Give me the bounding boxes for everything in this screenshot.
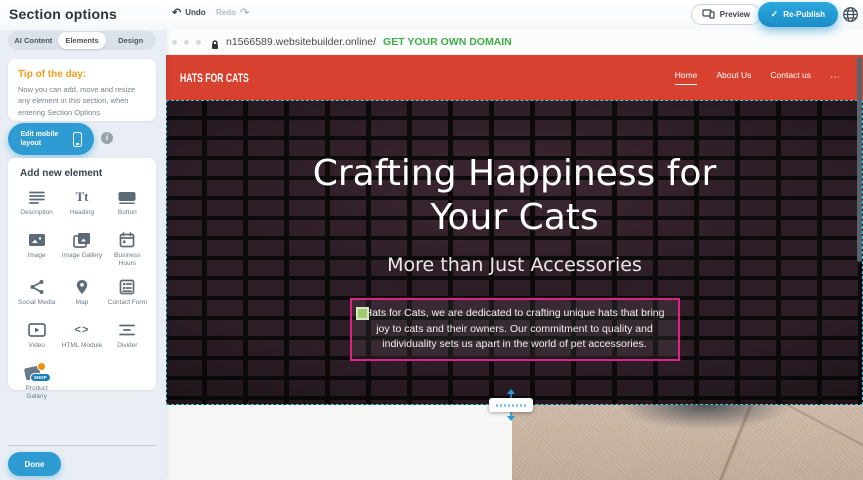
browser-chrome: n1566589.websitebuilder.online/ GET YOUR… xyxy=(166,30,863,55)
hero-paragraph-box[interactable]: Hats for Cats, we are dedicated to craft… xyxy=(350,298,680,361)
edit-mobile-label: Edit mobile layout xyxy=(21,130,67,149)
element-button[interactable]: Button xyxy=(105,188,150,222)
site-navbar: HATS FOR CATS Home About Us Contact us ⋯ xyxy=(166,55,863,100)
redo-label: Redo xyxy=(216,8,236,17)
preview-label: Preview xyxy=(720,10,750,19)
nav-home[interactable]: Home xyxy=(675,70,698,85)
undo-button[interactable]: ↶ Undo xyxy=(172,8,206,17)
shop-badge: SHOP xyxy=(30,373,51,382)
nav-contact-us[interactable]: Contact us xyxy=(770,70,811,85)
grip-dots-icon xyxy=(496,404,526,407)
add-element-title: Add new element xyxy=(20,168,150,179)
hero-paragraph: Hats for Cats, we are dedicated to craft… xyxy=(364,307,664,351)
window-dot-icon xyxy=(184,40,189,45)
undo-label: Undo xyxy=(185,8,205,17)
element-social-media[interactable]: Social Media xyxy=(14,278,59,312)
republish-label: Re-Publish xyxy=(783,10,825,19)
element-heading[interactable]: Tt Heading xyxy=(59,188,104,222)
element-video[interactable]: Video xyxy=(14,321,59,355)
sidebar-tabs: AI Content Elements Design xyxy=(8,31,156,50)
share-icon xyxy=(29,278,45,296)
form-icon xyxy=(119,278,135,296)
site-url[interactable]: n1566589.websitebuilder.online/ xyxy=(226,36,376,48)
calendar-icon xyxy=(119,231,135,249)
code-icon: <> xyxy=(75,321,90,339)
sidebar: AI Content Elements Design Tip of the da… xyxy=(0,30,166,480)
element-business-hours[interactable]: Business Hours xyxy=(105,231,150,269)
product-gallery-icon: SHOP xyxy=(25,364,49,382)
top-bar: Section options ↶ Undo Redo ↷ Preview ✓ … xyxy=(0,0,863,30)
element-description[interactable]: Description xyxy=(14,188,59,222)
divider-icon xyxy=(118,321,136,339)
element-product-gallery[interactable]: SHOP Product Gallery xyxy=(14,364,59,402)
map-pin-icon xyxy=(75,278,89,296)
tip-body: Now you can add, move and resize any ele… xyxy=(18,84,146,118)
scrollbar-thumb[interactable] xyxy=(857,57,862,262)
done-button[interactable]: Done xyxy=(8,452,61,476)
redo-button[interactable]: Redo ↷ xyxy=(216,8,249,17)
next-section-image xyxy=(512,405,863,480)
devices-icon xyxy=(702,9,715,21)
image-icon xyxy=(28,231,46,249)
preview-button[interactable]: Preview xyxy=(691,4,761,25)
lock-icon xyxy=(211,37,219,47)
get-domain-link[interactable]: GET YOUR OWN DOMAIN xyxy=(383,36,512,48)
hero-subheading[interactable]: More than Just Accessories xyxy=(166,254,863,276)
heading-icon: Tt xyxy=(75,188,88,206)
resize-grip[interactable] xyxy=(489,398,533,412)
tip-card: Tip of the day: Now you can add, move an… xyxy=(8,59,156,121)
site-nav: Home About Us Contact us ⋯ xyxy=(675,70,841,85)
tab-ai-content[interactable]: AI Content xyxy=(9,32,58,49)
element-image-gallery[interactable]: Image Gallery xyxy=(59,231,104,269)
element-grid: Description Tt Heading Button Ima xyxy=(14,188,150,402)
tip-title: Tip of the day: xyxy=(18,69,146,80)
notification-badge-icon xyxy=(37,362,46,371)
window-dot-icon xyxy=(196,40,201,45)
nav-more-icon[interactable]: ⋯ xyxy=(830,72,841,83)
undo-icon: ↶ xyxy=(172,9,181,17)
app-root: Section options ↶ Undo Redo ↷ Preview ✓ … xyxy=(0,0,863,480)
divider xyxy=(8,445,156,446)
button-icon xyxy=(117,188,137,206)
tab-design[interactable]: Design xyxy=(106,32,155,49)
next-section-blank xyxy=(166,405,512,480)
window-dot-icon xyxy=(172,40,177,45)
image-gallery-icon xyxy=(73,231,91,249)
globe-icon[interactable] xyxy=(842,6,859,23)
element-image[interactable]: Image xyxy=(14,231,59,269)
hero-section[interactable]: Crafting Happiness for Your Cats More th… xyxy=(166,100,863,405)
info-icon[interactable]: i xyxy=(101,132,113,144)
page-title: Section options xyxy=(9,6,117,22)
element-html-module[interactable]: <> HTML Module xyxy=(59,321,104,355)
text-lines-icon xyxy=(28,188,46,206)
redo-icon: ↷ xyxy=(240,9,249,17)
element-map[interactable]: Map xyxy=(59,278,104,312)
nav-about-us[interactable]: About Us xyxy=(716,70,751,85)
element-contact-form[interactable]: Contact Form xyxy=(105,278,150,312)
site-preview: n1566589.websitebuilder.online/ GET YOUR… xyxy=(166,30,863,480)
check-icon: ✓ xyxy=(771,9,779,20)
edit-mobile-layout-button[interactable]: Edit mobile layout xyxy=(8,123,94,155)
phone-icon xyxy=(73,132,82,147)
hero-heading[interactable]: Crafting Happiness for Your Cats xyxy=(285,100,745,240)
add-element-panel: Add new element Description Tt Heading xyxy=(8,158,156,390)
element-divider[interactable]: Divider xyxy=(105,321,150,355)
site-logo[interactable]: HATS FOR CATS xyxy=(180,71,249,85)
section-resize-handle[interactable] xyxy=(489,389,533,421)
element-resize-handle[interactable] xyxy=(356,307,369,320)
tab-elements[interactable]: Elements xyxy=(58,32,107,49)
video-icon xyxy=(28,321,46,339)
republish-button[interactable]: ✓ Re-Publish xyxy=(758,2,838,27)
